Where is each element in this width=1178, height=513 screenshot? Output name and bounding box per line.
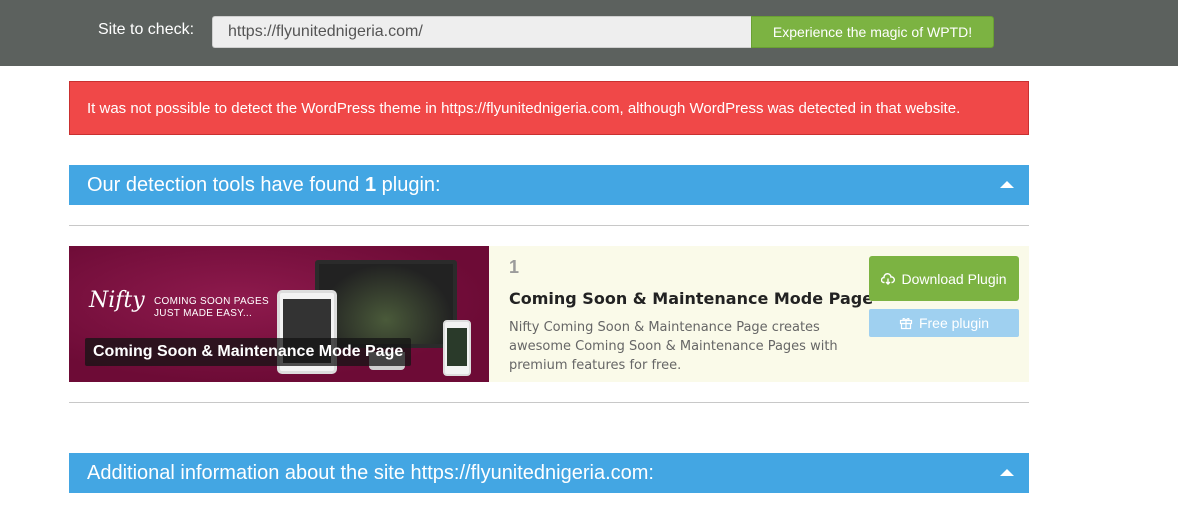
plugin-banner-image[interactable]: Nifty COMING SOON PAGES JUST MADE EASY..… [69, 246, 489, 382]
divider [69, 225, 1029, 226]
top-bar: Site to check: Experience the magic of W… [0, 0, 1178, 66]
plugin-number: 1 [509, 257, 520, 277]
caret-up-icon[interactable] [1000, 469, 1014, 476]
free-plugin-label: Free plugin [918, 315, 990, 331]
divider [69, 402, 1029, 403]
download-plugin-label: Download Plugin [901, 270, 1007, 287]
plugins-title-prefix: Our detection tools have found [87, 173, 365, 196]
plugins-section-header[interactable]: Our detection tools have found 1 plugin: [69, 165, 1029, 205]
site-to-check-label: Site to check: [98, 21, 195, 38]
plugins-title-suffix: plugin: [376, 173, 441, 196]
check-site-button[interactable]: Experience the magic of WPTD! [751, 16, 994, 48]
additional-info-section-header[interactable]: Additional information about the site ht… [69, 453, 1029, 493]
plugins-section-title: Our detection tools have found 1 plugin: [87, 174, 441, 197]
phone-mockup [443, 320, 471, 376]
plugins-count: 1 [364, 173, 377, 196]
site-url-input[interactable] [212, 16, 752, 48]
free-plugin-badge: Free plugin [869, 309, 1019, 337]
caret-up-icon[interactable] [1000, 181, 1014, 188]
theme-not-detected-alert: It was not possible to detect the WordPr… [69, 81, 1029, 135]
plugin-title[interactable]: Coming Soon & Maintenance Mode Page [509, 289, 873, 308]
banner-tagline: COMING SOON PAGES JUST MADE EASY... [154, 296, 269, 319]
plugin-card: Nifty COMING SOON PAGES JUST MADE EASY..… [69, 246, 1029, 382]
cloud-download-icon [881, 272, 896, 285]
alert-message: It was not possible to detect the WordPr… [87, 99, 961, 117]
download-plugin-button[interactable]: Download Plugin [869, 256, 1019, 301]
plugin-description: Nifty Coming Soon & Maintenance Page cre… [509, 320, 838, 373]
gift-icon [899, 318, 913, 330]
additional-info-title: Additional information about the site ht… [87, 461, 654, 484]
banner-caption: Coming Soon & Maintenance Mode Page [85, 338, 412, 366]
banner-logo: Nifty [89, 288, 145, 313]
